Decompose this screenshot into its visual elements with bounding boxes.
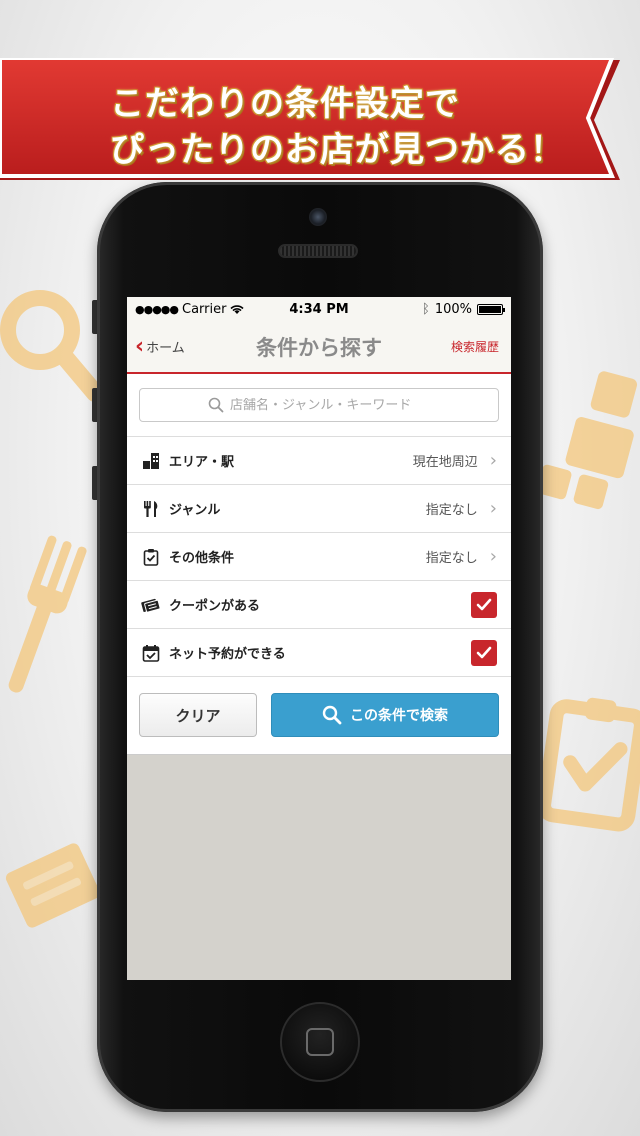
building-icon (141, 451, 161, 471)
toggle-row-reservation[interactable]: ネット予約ができる (127, 629, 511, 677)
search-submit-label: この条件で検索 (350, 708, 448, 724)
condition-value: 指定なし (425, 503, 478, 518)
signal-icon: ●●●●● (135, 302, 179, 316)
back-label: ホーム (146, 341, 185, 356)
chevron-right-icon: › (489, 498, 497, 519)
toggle-label: ネット予約ができる (169, 647, 286, 662)
action-bar: クリア この条件で検索 (127, 677, 511, 755)
condition-row-genre[interactable]: ジャンル 指定なし › (127, 485, 511, 533)
checkmark-icon (476, 646, 492, 658)
chevron-right-icon: › (489, 546, 497, 567)
battery-percent: 100% (434, 301, 472, 317)
carrier-label: Carrier (182, 301, 227, 317)
banner-line-2: ぴったりのお店が見つかる！ (110, 130, 565, 170)
calendar-check-icon (141, 643, 161, 663)
wifi-icon (230, 304, 245, 314)
clipboard-check-icon (141, 547, 161, 567)
front-camera (309, 208, 327, 226)
condition-label: エリア・駅 (169, 455, 235, 470)
condition-row-other[interactable]: その他条件 指定なし › (127, 533, 511, 581)
back-button[interactable]: ‹ ホーム (127, 333, 185, 359)
home-button[interactable] (280, 1002, 360, 1082)
battery-icon (477, 303, 505, 315)
checkmark-icon (476, 598, 492, 610)
condition-value: 指定なし (425, 551, 478, 566)
magnifier-bg-icon (0, 290, 104, 402)
search-section (127, 374, 511, 437)
coupon-checkbox[interactable] (471, 591, 497, 618)
nav-bar: ‹ ホーム 条件から探す 検索履歴 (127, 321, 511, 374)
search-input[interactable] (230, 397, 430, 413)
condition-row-area[interactable]: エリア・駅 現在地周辺 › (127, 437, 511, 485)
condition-label: ジャンル (169, 503, 221, 518)
empty-content-area (127, 755, 511, 980)
toggle-row-coupon[interactable]: クーポンがある (127, 581, 511, 629)
search-submit-button[interactable]: この条件で検索 (271, 693, 499, 737)
fork-bg-icon (8, 535, 87, 693)
bluetooth-icon: ᛒ (422, 301, 430, 317)
search-history-button[interactable]: 検索履歴 (451, 338, 511, 355)
condition-label: その他条件 (169, 551, 235, 566)
coupon-icon (141, 595, 161, 615)
banner-line-1: こだわりの条件設定で (110, 84, 460, 124)
coupon-bg-icon (5, 843, 100, 928)
status-bar: ●●●●● Carrier 4:34 PM ᛒ 100% (127, 297, 511, 321)
search-field[interactable] (139, 388, 499, 422)
search-icon (208, 397, 224, 413)
clear-button[interactable]: クリア (139, 693, 257, 737)
fork-knife-icon (141, 499, 161, 519)
condition-value: 現在地周辺 (412, 455, 478, 470)
clipboard-bg-icon (540, 697, 640, 832)
building-bg-icon (540, 371, 638, 510)
search-icon (322, 705, 342, 725)
chevron-left-icon: ‹ (135, 333, 145, 359)
earpiece-speaker (278, 244, 358, 258)
reservation-checkbox[interactable] (471, 639, 497, 666)
toggle-label: クーポンがある (169, 599, 261, 614)
promo-banner: こだわりの条件設定で ぴったりのお店が見つかる！ (0, 58, 626, 182)
chevron-right-icon: › (489, 450, 497, 471)
app-screen: ●●●●● Carrier 4:34 PM ᛒ 100% ‹ ホーム 条件から探… (127, 297, 511, 980)
